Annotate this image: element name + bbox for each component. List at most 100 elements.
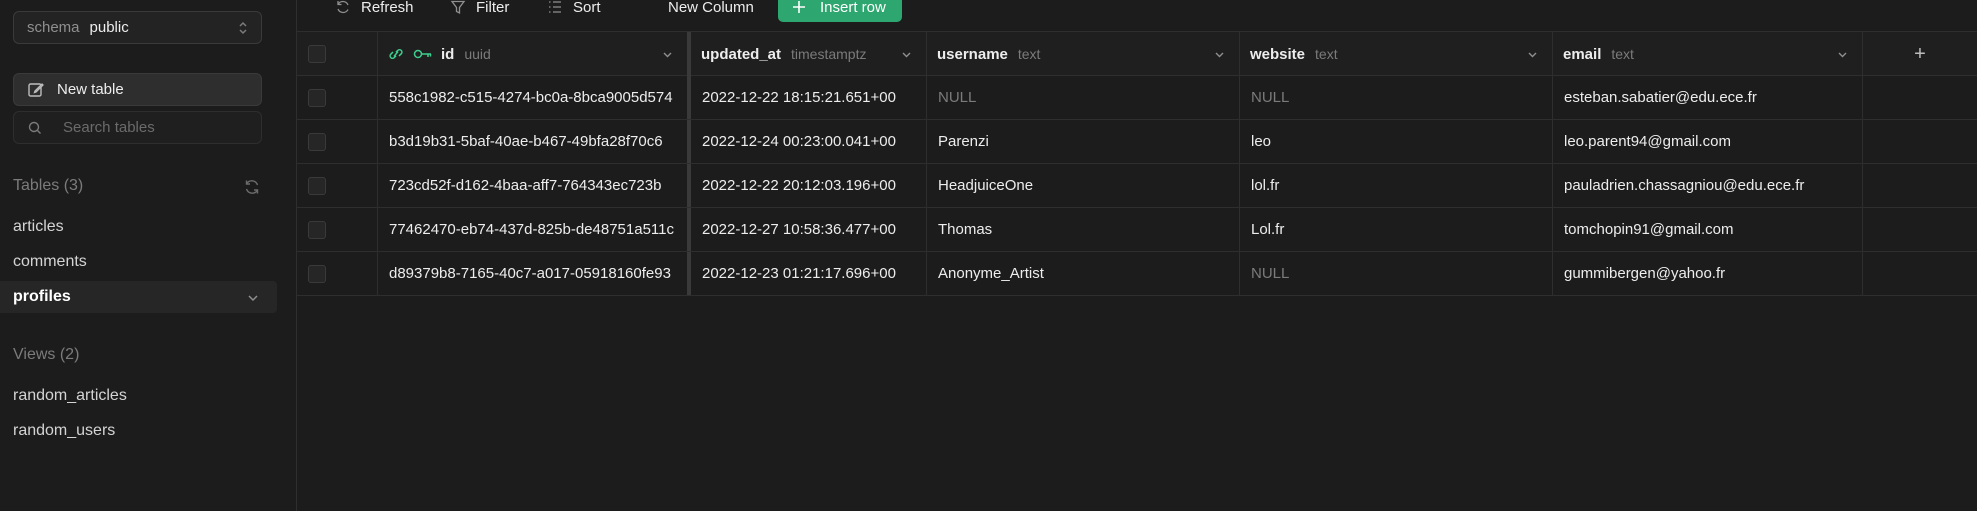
table-row[interactable]: b3d19b31-5baf-40ae-b467-49bfa28f70c6 2022… bbox=[297, 120, 1977, 164]
cell-username[interactable]: HeadjuiceOne bbox=[927, 164, 1240, 207]
cell-email[interactable]: pauladrien.chassagniou@edu.ece.fr bbox=[1553, 164, 1863, 207]
column-header-id[interactable]: id uuid bbox=[378, 32, 691, 76]
select-all-checkbox[interactable] bbox=[308, 45, 326, 63]
row-checkbox[interactable] bbox=[308, 220, 326, 239]
grid-header: id uuid updated_at timestamptz username … bbox=[297, 31, 1977, 76]
column-name: id bbox=[441, 45, 455, 63]
cell-email[interactable]: esteban.sabatier@edu.ece.fr bbox=[1553, 76, 1863, 119]
refresh-button[interactable]: Refresh bbox=[335, 0, 414, 20]
cell-email[interactable]: leo.parent94@gmail.com bbox=[1553, 120, 1863, 163]
new-column-button[interactable]: New Column bbox=[668, 0, 754, 20]
table-row[interactable]: 558c1982-c515-4274-bc0a-8bca9005d574 2022… bbox=[297, 76, 1977, 120]
chevron-down-icon[interactable] bbox=[1527, 49, 1538, 60]
cell-website[interactable]: NULL bbox=[1240, 76, 1553, 119]
sidebar-item-label: comments bbox=[13, 253, 87, 270]
cell-updated-at[interactable]: 2022-12-24 00:23:00.041+00 bbox=[691, 120, 927, 163]
column-name: username bbox=[937, 45, 1008, 63]
edit-icon bbox=[28, 82, 44, 97]
column-header-website[interactable]: website text bbox=[1240, 32, 1553, 76]
sidebar-item-label: profiles bbox=[13, 288, 71, 305]
schema-value: public bbox=[89, 19, 129, 36]
column-header-username[interactable]: username text bbox=[927, 32, 1240, 76]
chevron-down-icon[interactable] bbox=[662, 49, 673, 60]
row-trailing-cell bbox=[1863, 76, 1977, 119]
add-column-button[interactable]: + bbox=[1863, 32, 1977, 76]
table-row[interactable]: d89379b8-7165-40c7-a017-05918160fe93 2022… bbox=[297, 252, 1977, 296]
cell-username[interactable]: Parenzi bbox=[927, 120, 1240, 163]
sidebar-item-label: random_users bbox=[13, 422, 116, 439]
sort-button[interactable]: Sort bbox=[547, 0, 601, 20]
select-all-cell bbox=[297, 32, 378, 76]
column-type: text bbox=[1017, 46, 1041, 62]
cell-updated-at[interactable]: 2022-12-22 18:15:21.651+00 bbox=[691, 76, 927, 119]
column-type: timestamptz bbox=[791, 46, 867, 62]
chevron-down-icon[interactable] bbox=[1214, 49, 1225, 60]
search-tables bbox=[13, 111, 262, 144]
cell-updated-at[interactable]: 2022-12-23 01:21:17.696+00 bbox=[691, 252, 927, 295]
refresh-label: Refresh bbox=[361, 0, 414, 16]
chevron-down-icon[interactable] bbox=[901, 49, 912, 60]
table-row[interactable]: 77462470-eb74-437d-825b-de48751a511c 2022… bbox=[297, 208, 1977, 252]
insert-row-label: Insert row bbox=[820, 0, 886, 16]
cell-email[interactable]: gummibergen@yahoo.fr bbox=[1553, 252, 1863, 295]
insert-row-button[interactable]: Insert row bbox=[778, 0, 902, 22]
row-checkbox[interactable] bbox=[308, 88, 326, 107]
link-icon bbox=[389, 49, 403, 59]
sidebar-item-label: articles bbox=[13, 218, 64, 235]
column-name: updated_at bbox=[701, 45, 782, 63]
cell-updated-at[interactable]: 2022-12-27 10:58:36.477+00 bbox=[691, 208, 927, 251]
row-checkbox[interactable] bbox=[308, 264, 326, 283]
sort-icon bbox=[549, 1, 561, 13]
sidebar-item-random-users[interactable]: random_users bbox=[0, 415, 277, 447]
row-trailing-cell bbox=[1863, 252, 1977, 295]
column-type: uuid bbox=[464, 46, 491, 62]
sidebar-item-label: random_articles bbox=[13, 387, 127, 404]
cell-id[interactable]: b3d19b31-5baf-40ae-b467-49bfa28f70c6 bbox=[378, 120, 691, 163]
cell-id[interactable]: 77462470-eb74-437d-825b-de48751a511c bbox=[378, 208, 691, 251]
column-type: text bbox=[1315, 46, 1338, 62]
schema-select[interactable]: schema public bbox=[13, 11, 262, 44]
column-header-updated-at[interactable]: updated_at timestamptz bbox=[691, 32, 927, 76]
new-table-button[interactable]: New table bbox=[13, 73, 262, 106]
cell-email[interactable]: tomchopin91@gmail.com bbox=[1553, 208, 1863, 251]
cell-updated-at[interactable]: 2022-12-22 20:12:03.196+00 bbox=[691, 164, 927, 207]
row-trailing-cell bbox=[1863, 120, 1977, 163]
cell-id[interactable]: d89379b8-7165-40c7-a017-05918160fe93 bbox=[378, 252, 691, 295]
cell-id[interactable]: 558c1982-c515-4274-bc0a-8bca9005d574 bbox=[378, 76, 691, 119]
sidebar: schema public New table Tables (3) artic… bbox=[0, 0, 297, 511]
chevron-up-down-icon bbox=[239, 21, 247, 35]
column-header-email[interactable]: email text bbox=[1553, 32, 1863, 76]
row-checkbox[interactable] bbox=[308, 176, 326, 195]
cell-website[interactable]: leo bbox=[1240, 120, 1553, 163]
sidebar-item-articles[interactable]: articles bbox=[0, 211, 277, 243]
cell-website[interactable]: lol.fr bbox=[1240, 164, 1553, 207]
sidebar-item-profiles[interactable]: profiles bbox=[0, 281, 277, 313]
cell-website[interactable]: Lol.fr bbox=[1240, 208, 1553, 251]
schema-label: schema bbox=[27, 19, 80, 36]
cell-username[interactable]: Anonyme_Artist bbox=[927, 252, 1240, 295]
sidebar-item-comments[interactable]: comments bbox=[0, 246, 277, 278]
chevron-down-icon[interactable] bbox=[247, 292, 259, 304]
row-select-cell bbox=[297, 76, 378, 119]
column-name: email bbox=[1563, 45, 1602, 63]
row-checkbox[interactable] bbox=[308, 132, 326, 151]
search-icon bbox=[28, 121, 41, 134]
plus-icon bbox=[793, 1, 805, 13]
cell-username[interactable]: Thomas bbox=[927, 208, 1240, 251]
refresh-icon[interactable] bbox=[243, 178, 261, 196]
cell-id[interactable]: 723cd52f-d162-4baa-aff7-764343ec723b bbox=[378, 164, 691, 207]
cell-username[interactable]: NULL bbox=[927, 76, 1240, 119]
chevron-down-icon[interactable] bbox=[1837, 49, 1848, 60]
column-name: website bbox=[1250, 45, 1306, 63]
row-select-cell bbox=[297, 208, 378, 251]
filter-label: Filter bbox=[476, 0, 510, 16]
filter-button[interactable]: Filter bbox=[450, 0, 509, 20]
table-row[interactable]: 723cd52f-d162-4baa-aff7-764343ec723b 2022… bbox=[297, 164, 1977, 208]
cell-website[interactable]: NULL bbox=[1240, 252, 1553, 295]
filter-icon bbox=[450, 0, 466, 15]
row-select-cell bbox=[297, 164, 378, 207]
row-select-cell bbox=[297, 120, 378, 163]
refresh-icon bbox=[337, 0, 349, 14]
search-input[interactable] bbox=[63, 119, 243, 136]
sidebar-item-random-articles[interactable]: random_articles bbox=[0, 380, 277, 412]
